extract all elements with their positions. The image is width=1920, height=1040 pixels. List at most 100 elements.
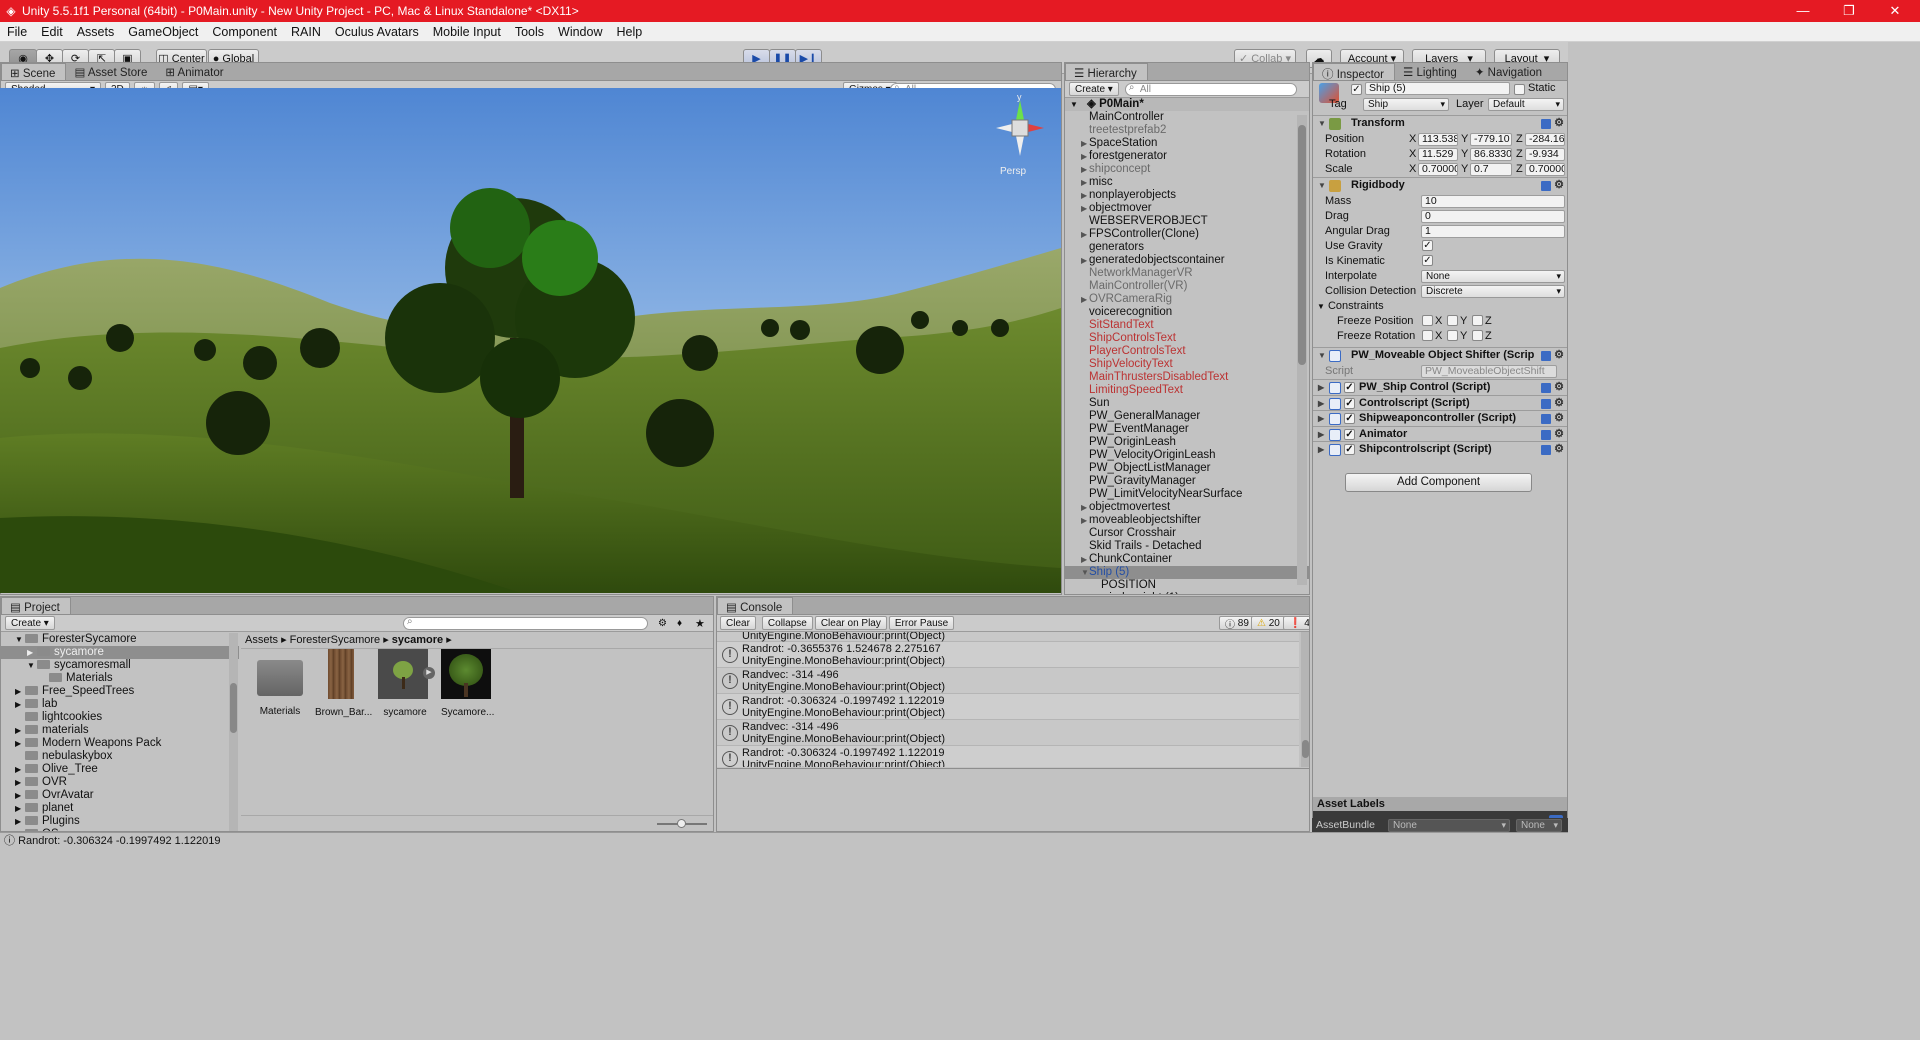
hierarchy-item[interactable]: POSITION	[1065, 579, 1309, 592]
minimize-button[interactable]: —	[1780, 0, 1826, 22]
angular-drag-field[interactable]: 1	[1421, 225, 1565, 238]
filter-type-icon[interactable]: ⚙	[658, 618, 667, 629]
hierarchy-item[interactable]: SitStandText	[1065, 319, 1309, 332]
console-detail-area[interactable]	[717, 768, 1309, 831]
position-z-field[interactable]: -284.16	[1525, 133, 1565, 146]
hierarchy-item[interactable]: ▶ objectmover	[1065, 202, 1309, 215]
expand-arrow-icon[interactable]: ▶	[1081, 163, 1087, 176]
scale-x-field[interactable]: 0.70000	[1418, 163, 1458, 176]
expand-arrow-icon[interactable]: ▶	[15, 815, 21, 828]
expand-arrow-icon[interactable]: ▶	[15, 789, 21, 802]
component-enabled-checkbox[interactable]: ✓	[1344, 382, 1355, 393]
expand-arrow-icon[interactable]: ▶	[15, 776, 21, 789]
hierarchy-item[interactable]: MainController(VR)	[1065, 280, 1309, 293]
menu-file[interactable]: File	[0, 25, 34, 39]
expand-arrow-icon[interactable]: ▶	[1081, 202, 1087, 215]
scrollbar-thumb[interactable]	[1298, 125, 1306, 365]
hierarchy-item[interactable]: ▼ Ship (5)	[1065, 566, 1309, 579]
component-header[interactable]: ▶ ✓ Shipweaponcontroller (Script) ⚙	[1313, 410, 1567, 426]
expand-arrow-icon[interactable]: ▶	[15, 737, 21, 750]
project-folder-item[interactable]: nebulaskybox	[1, 750, 239, 763]
component-header[interactable]: ▶ ✓ PW_Ship Control (Script) ⚙	[1313, 379, 1567, 395]
expand-arrow-icon[interactable]: ▶	[1081, 501, 1087, 514]
component-enabled-checkbox[interactable]: ✓	[1344, 428, 1355, 440]
asset-labels-header[interactable]: Asset Labels	[1313, 797, 1567, 811]
add-component-button[interactable]: Add Component	[1345, 473, 1532, 492]
project-folder-item[interactable]: ▶ materials	[1, 724, 239, 737]
project-folder-item[interactable]: ▶ Modern Weapons Pack	[1, 737, 239, 750]
expand-arrow-icon[interactable]: ▶	[1081, 176, 1087, 189]
expand-arrow-icon[interactable]: ▶	[1081, 254, 1087, 267]
hierarchy-item[interactable]: PW_ObjectListManager	[1065, 462, 1309, 475]
project-folder-item[interactable]: ▶ Olive_Tree	[1, 763, 239, 776]
expand-arrow-icon[interactable]: ▶	[1081, 189, 1087, 202]
hierarchy-item[interactable]: ▶ forestgenerator	[1065, 150, 1309, 163]
transform-header[interactable]: ▼ Transform ⚙	[1313, 115, 1567, 131]
favorite-star-icon[interactable]: ★	[695, 617, 705, 630]
hierarchy-search-input[interactable]: All	[1124, 82, 1297, 96]
expand-arrow-icon[interactable]: ▶	[1081, 514, 1087, 527]
expand-arrow-icon[interactable]: ▶	[1081, 228, 1087, 241]
hierarchy-item[interactable]: ▶ FPSController(Clone)	[1065, 228, 1309, 241]
menu-help[interactable]: Help	[610, 25, 650, 39]
menu-gameobject[interactable]: GameObject	[121, 25, 205, 39]
menu-oculus-avatars[interactable]: Oculus Avatars	[328, 25, 426, 39]
freeze-rot-y-checkbox[interactable]	[1447, 330, 1458, 341]
menu-assets[interactable]: Assets	[70, 25, 122, 39]
project-folder-item[interactable]: ▶ Plugins	[1, 815, 239, 828]
expand-arrow-icon[interactable]: ▼	[27, 659, 35, 672]
hierarchy-item[interactable]: PlayerControlsText	[1065, 345, 1309, 358]
project-folder-item[interactable]: ▶ Free_SpeedTrees	[1, 685, 239, 698]
hierarchy-item[interactable]: ▶ misc	[1065, 176, 1309, 189]
tag-dropdown[interactable]: Ship	[1363, 98, 1449, 111]
warning-count-toggle[interactable]: ⚠ 20	[1251, 616, 1286, 630]
maximize-button[interactable]: ❐	[1826, 0, 1872, 22]
hierarchy-item[interactable]: Cursor Crosshair	[1065, 527, 1309, 540]
hierarchy-item[interactable]: WEBSERVEROBJECT	[1065, 215, 1309, 228]
project-folder-item[interactable]: ▶ OvrAvatar	[1, 789, 239, 802]
filter-label-icon[interactable]: ♦	[677, 618, 682, 629]
mass-field[interactable]: 10	[1421, 195, 1565, 208]
tab-project[interactable]: ▤ Project	[1, 597, 71, 614]
hierarchy-scrollbar[interactable]	[1297, 115, 1307, 585]
tab-animator[interactable]: ⊞ Animator	[157, 63, 233, 80]
project-folder-item[interactable]: ▶ OVR	[1, 776, 239, 789]
tree-scrollbar[interactable]	[229, 633, 238, 831]
console-collapse-button[interactable]: Collapse	[761, 616, 813, 630]
log-row[interactable]: ! Randrot: -0.306324 -0.1997492 1.122019 U…	[717, 746, 1299, 767]
asset-materials[interactable]: Materials	[255, 652, 305, 717]
freeze-rot-z-checkbox[interactable]	[1472, 330, 1483, 341]
hierarchy-item[interactable]: Sun	[1065, 397, 1309, 410]
static-checkbox[interactable]	[1514, 84, 1525, 95]
menu-tools[interactable]: Tools	[508, 25, 551, 39]
expand-arrow-icon[interactable]: ▶	[15, 698, 21, 711]
use-gravity-checkbox[interactable]: ✓	[1422, 240, 1433, 251]
tab-inspector[interactable]: ⓘ Inspector	[1313, 63, 1396, 81]
log-row[interactable]: ! Randvec: -314 -496 UnityEngine.MonoBehav…	[717, 720, 1299, 746]
project-folder-item[interactable]: ▼ sycamoresmall	[1, 659, 239, 672]
asset-variant-dropdown[interactable]: None	[1516, 819, 1562, 832]
log-row-partial[interactable]: UnityEngine.MonoBehaviour:print(Object)	[717, 632, 1299, 642]
hierarchy-item[interactable]: PW_OriginLeash	[1065, 436, 1309, 449]
hierarchy-item[interactable]: windowright (1)	[1065, 592, 1309, 594]
hierarchy-item[interactable]: ▶ generatedobjectscontainer	[1065, 254, 1309, 267]
component-enabled-checkbox[interactable]: ✓	[1344, 413, 1355, 424]
rigidbody-header[interactable]: ▼ Rigidbody ⚙	[1313, 177, 1567, 193]
hierarchy-item[interactable]: ▶ moveableobjectshifter	[1065, 514, 1309, 527]
hierarchy-item[interactable]: ▶ objectmovertest	[1065, 501, 1309, 514]
console-error-pause-button[interactable]: Error Pause	[888, 616, 955, 630]
asset-sycamore-tree[interactable]: Sycamore...	[441, 649, 494, 718]
project-folder-item[interactable]: Materials	[1, 672, 239, 685]
console-clear-button[interactable]: Clear	[720, 616, 756, 630]
menu-mobile-input[interactable]: Mobile Input	[426, 25, 508, 39]
hierarchy-item[interactable]: treetestprefab2	[1065, 124, 1309, 137]
hierarchy-item[interactable]: LimitingSpeedText	[1065, 384, 1309, 397]
expand-arrow-icon[interactable]: ▶	[15, 802, 21, 815]
project-create-button[interactable]: Create ▾	[5, 616, 55, 630]
hierarchy-item[interactable]: ShipVelocityText	[1065, 358, 1309, 371]
error-count-toggle[interactable]: ❗ 4	[1283, 616, 1309, 630]
project-folder-item[interactable]: ▶ sycamore	[1, 646, 239, 659]
log-row[interactable]: ! Randrot: -0.306324 -0.1997492 1.122019 U…	[717, 694, 1299, 720]
freeze-rot-x-checkbox[interactable]	[1422, 330, 1433, 341]
scene-root-row[interactable]: ▼ ◈ P0Main*	[1065, 98, 1309, 111]
